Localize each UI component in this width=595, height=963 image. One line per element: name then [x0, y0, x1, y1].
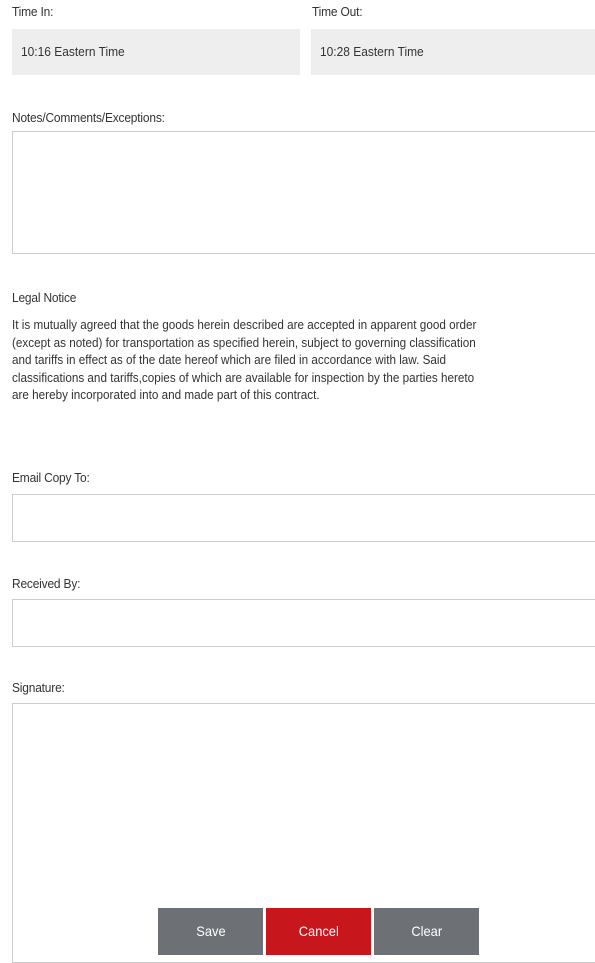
legal-notice-line: (except as noted) for transportation as …: [12, 334, 476, 350]
email-copy-input[interactable]: [12, 494, 595, 542]
cancel-button-label: Cancel: [298, 923, 339, 939]
time-out-label: Time Out:: [312, 4, 363, 19]
cancel-button[interactable]: Cancel: [266, 908, 371, 955]
signature-label: Signature:: [12, 680, 65, 695]
save-button[interactable]: Save: [158, 908, 263, 955]
legal-notice-line: are hereby incorporated into and made pa…: [12, 387, 320, 402]
time-in-field: 10:16 Eastern Time: [12, 29, 300, 75]
time-out-field: 10:28 Eastern Time: [311, 29, 595, 75]
legal-notice-line: It is mutually agreed that the goods her…: [12, 317, 477, 332]
email-copy-label: Email Copy To:: [12, 470, 90, 485]
time-out-value: 10:28 Eastern Time: [320, 44, 424, 59]
time-in-label: Time In:: [12, 4, 54, 19]
clear-button-label: Clear: [411, 923, 442, 939]
received-by-input[interactable]: [12, 599, 595, 647]
time-in-value: 10:16 Eastern Time: [21, 44, 125, 59]
notes-textarea[interactable]: [12, 131, 595, 254]
clear-button[interactable]: Clear: [374, 908, 479, 955]
legal-notice-text: It is mutually agreed that the goods her…: [12, 316, 588, 404]
legal-notice-line: classifications and tariffs,copies of wh…: [12, 369, 475, 385]
legal-notice-line: and tariffs in effect as of the date her…: [12, 352, 447, 367]
received-by-label: Received By:: [12, 576, 81, 591]
notes-label: Notes/Comments/Exceptions:: [12, 110, 165, 125]
legal-notice-heading: Legal Notice: [12, 290, 77, 305]
save-button-label: Save: [195, 923, 226, 939]
